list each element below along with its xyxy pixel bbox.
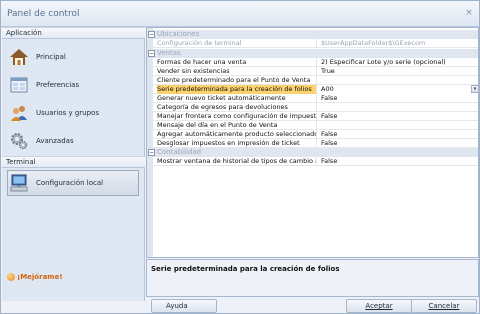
- property-row[interactable]: Categoría de egresos para devoluciones: [153, 103, 478, 112]
- property-value: False: [321, 94, 338, 102]
- sidebar-section-terminal: Terminal: [2, 156, 145, 168]
- users-icon: [8, 102, 30, 124]
- computer-icon: [8, 172, 30, 194]
- house-icon: [8, 46, 30, 68]
- sidebar-item-avanzadas[interactable]: Avanzadas: [7, 129, 139, 153]
- property-row[interactable]: Agregar automáticamente producto selecci…: [153, 130, 478, 139]
- accept-button-label: Aceptar: [365, 302, 393, 310]
- collapse-icon[interactable]: −: [148, 50, 155, 57]
- chevron-down-icon[interactable]: ▾: [471, 85, 478, 93]
- property-grid: − Ubicaciones Configuración de terminal …: [146, 27, 479, 258]
- property-name: Generar nuevo ticket automáticamente: [157, 94, 317, 103]
- description-pane: Serie predeterminada para la creación de…: [146, 259, 479, 297]
- sidebar-item-label: Usuarios y grupos: [36, 109, 99, 117]
- category-row[interactable]: − Ubicaciones: [147, 30, 478, 39]
- property-value: False: [321, 157, 338, 165]
- property-name: Desglosar impuestos en impresión de tick…: [157, 139, 317, 148]
- property-name: Cliente predeterminado para el Punto de …: [157, 76, 317, 85]
- feedback-icon: [7, 273, 15, 281]
- property-row[interactable]: Configuración de terminal $UserAppDataFo…: [153, 39, 478, 48]
- sidebar-item-label: Avanzadas: [36, 137, 74, 145]
- help-button-label: Ayuda: [166, 302, 188, 310]
- window-title: Panel de control: [7, 9, 80, 19]
- property-name: Manejar frontera como configuración de i…: [157, 112, 317, 121]
- property-row[interactable]: Mostrar ventana de historial de tipos de…: [153, 157, 478, 166]
- control-panel-window: Panel de control × Aplicación Principal: [0, 0, 480, 314]
- property-value: False: [321, 139, 338, 147]
- property-name: Mensaje del día en el Punto de Venta: [157, 121, 317, 130]
- gears-icon: [8, 130, 30, 152]
- property-value-input[interactable]: A00: [319, 85, 478, 94]
- property-row[interactable]: Desglosar impuestos en impresión de tick…: [153, 139, 478, 148]
- property-name: Formas de hacer una venta: [157, 58, 317, 67]
- sidebar-item-label: Principal: [36, 53, 66, 61]
- property-value: 2) Especificar Lote y/o serie (opcional): [321, 58, 446, 66]
- property-row-selected[interactable]: Serie predeterminada para la creación de…: [153, 85, 478, 94]
- property-name: Agregar automáticamente producto selecci…: [157, 130, 317, 139]
- sidebar-item-preferencias[interactable]: Preferencias: [7, 73, 139, 97]
- collapse-icon[interactable]: −: [148, 31, 155, 38]
- improve-label: ¡Mejórame!: [17, 273, 63, 281]
- property-name: Vender sin existencias: [157, 67, 317, 76]
- property-row[interactable]: Cliente predeterminado para el Punto de …: [153, 76, 478, 85]
- category-row[interactable]: − Contabilidad: [147, 148, 478, 157]
- sidebar-item-label: Configuración local: [36, 179, 104, 187]
- sidebar: Aplicación Principal Preferencias Usuari…: [2, 27, 145, 301]
- window-icon: [8, 74, 30, 96]
- property-value: False: [321, 130, 338, 138]
- sidebar-section-application: Aplicación: [2, 27, 145, 39]
- close-button[interactable]: ×: [463, 7, 475, 19]
- description-title: Serie predeterminada para la creación de…: [151, 265, 340, 273]
- property-row[interactable]: Formas de hacer una venta 2) Especificar…: [153, 58, 478, 67]
- category-row[interactable]: − Ventas: [147, 49, 478, 58]
- property-value: $UserAppDataFolder$\GExecom: [321, 39, 426, 47]
- property-value: [319, 76, 478, 85]
- property-row[interactable]: Generar nuevo ticket automáticamente Fal…: [153, 94, 478, 103]
- sidebar-item-label: Preferencias: [36, 81, 80, 89]
- sidebar-item-usuarios[interactable]: Usuarios y grupos: [7, 101, 139, 125]
- property-name: Configuración de terminal: [157, 39, 317, 48]
- sidebar-item-configuracion-local[interactable]: Configuración local: [7, 170, 139, 196]
- property-value: True: [321, 67, 335, 75]
- help-button[interactable]: Ayuda: [151, 299, 217, 313]
- property-value: False: [321, 112, 338, 120]
- property-row[interactable]: Manejar frontera como configuración de i…: [153, 112, 478, 121]
- cancel-button[interactable]: Cancelar: [411, 299, 477, 313]
- improve-link[interactable]: ¡Mejórame!: [7, 273, 63, 281]
- property-value: [319, 103, 478, 112]
- property-row[interactable]: Vender sin existencias True: [153, 67, 478, 76]
- sidebar-item-principal[interactable]: Principal: [7, 45, 139, 69]
- collapse-icon[interactable]: −: [148, 149, 155, 156]
- category-label: Ubicaciones: [157, 30, 200, 38]
- property-name: Mostrar ventana de historial de tipos de…: [157, 157, 317, 166]
- property-name: Serie predeterminada para la creación de…: [157, 85, 317, 94]
- title-bar: Panel de control ×: [1, 1, 479, 27]
- category-label: Contabilidad: [157, 148, 202, 156]
- category-label: Ventas: [157, 49, 181, 57]
- property-value: [319, 121, 478, 130]
- cancel-button-label: Cancelar: [428, 302, 460, 310]
- property-name: Categoría de egresos para devoluciones: [157, 103, 317, 112]
- accept-button[interactable]: Aceptar: [346, 299, 412, 313]
- property-row[interactable]: Mensaje del día en el Punto de Venta: [153, 121, 478, 130]
